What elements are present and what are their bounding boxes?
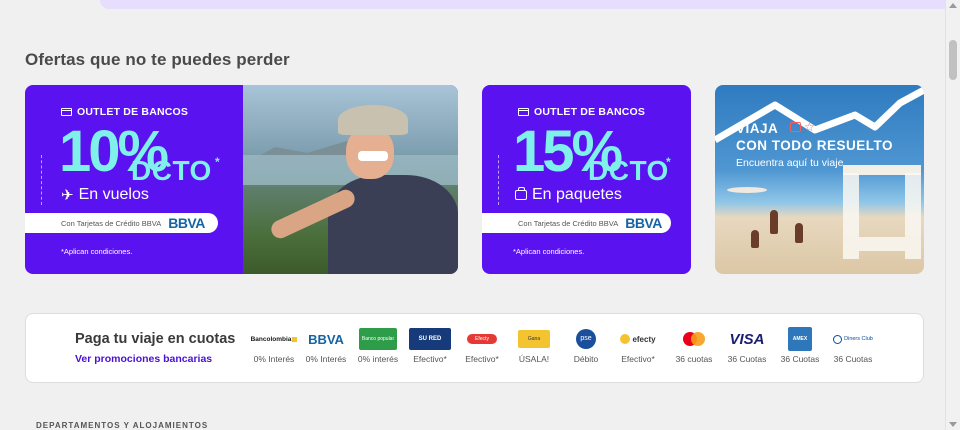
payment-method-visa: VISA 36 Cuotas	[721, 328, 773, 368]
diners-club-logo: Diners Club	[827, 328, 879, 350]
conditions-text: *Aplican condiciones.	[61, 247, 133, 256]
payment-method-su-red: SU RED Efectivo*	[404, 328, 456, 368]
payment-method-diners: Diners Club 36 Cuotas	[827, 328, 879, 368]
vertical-scrollbar[interactable]	[945, 0, 960, 430]
visa-logo: VISA	[729, 330, 765, 348]
discount-dcto: DCTO	[588, 155, 669, 186]
discount-dcto: DCTO	[131, 155, 212, 186]
beach-child	[795, 223, 803, 243]
bank-tag: Con Tarjetas de Crédito BBVA BBVA	[25, 213, 218, 233]
outlet-label: OUTLET DE BANCOS	[61, 106, 188, 118]
bank-tag-text: Con Tarjetas de Crédito BBVA	[61, 218, 162, 228]
credit-card-icon	[61, 108, 72, 116]
outlet-label: OUTLET DE BANCOS	[518, 106, 645, 118]
promo-title-line1: VIAJA	[736, 121, 779, 136]
beach-person	[770, 210, 778, 234]
conditions-text: *Aplican condiciones.	[513, 247, 585, 256]
scrollbar-thumb[interactable]	[949, 40, 957, 80]
banco-popular-logo: Banco popular	[352, 328, 404, 350]
asterisk: *	[215, 155, 220, 169]
payment-method-bancolombia: Bancolombia 0% Interés	[248, 328, 300, 368]
payment-method-bbva: BBVA 0% Interés	[300, 328, 352, 368]
promo-flights-banner[interactable]: OUTLET DE BANCOS 10% DCTO * ✈ En vuelos …	[25, 85, 458, 274]
promo-resort-banner[interactable]: VIAJA ☆ CON TODO RESUELTO Encuentra aquí…	[715, 85, 924, 274]
bank-tag-text: Con Tarjetas de Crédito BBVA	[518, 218, 619, 228]
barcode-decoration	[41, 155, 44, 205]
beach-child	[751, 230, 759, 248]
traveler-photo	[243, 85, 458, 274]
su-red-logo: SU RED	[404, 328, 456, 350]
product-text: En vuelos	[78, 186, 149, 203]
pse-logo: pse	[560, 328, 612, 350]
payment-method-pse: pse Débito	[560, 328, 612, 368]
bank-tag: Con Tarjetas de Crédito BBVA BBVA	[482, 213, 671, 233]
bbva-logo: BBVA	[168, 215, 205, 231]
payment-options-panel: Paga tu viaje en cuotas Ver promociones …	[25, 313, 924, 383]
star-icon: ☆	[804, 120, 815, 134]
payment-method-gana: Gana ÚSALA!	[508, 328, 560, 368]
scroll-down-arrow-icon[interactable]	[949, 422, 957, 427]
outlet-text: OUTLET DE BANCOS	[77, 106, 189, 118]
payment-method-efecty: efecty Efectivo*	[612, 328, 664, 368]
promo-subtitle: Encuentra aquí tu viaje	[736, 157, 844, 169]
scroll-up-arrow-icon[interactable]	[949, 3, 957, 8]
payment-method-mastercard: 36 cuotas	[668, 328, 720, 368]
barcode-decoration	[498, 155, 501, 205]
promo-packages-banner[interactable]: OUTLET DE BANCOS 15% DCTO * En paquetes …	[482, 85, 691, 274]
mastercard-logo	[668, 328, 720, 350]
efecty-yellow-logo: efecty	[612, 328, 664, 350]
plane-icon: ✈	[61, 187, 74, 204]
suitcase-icon	[515, 187, 527, 200]
outlet-text: OUTLET DE BANCOS	[534, 106, 646, 118]
gana-logo: Gana	[508, 328, 560, 350]
bag-icon	[790, 122, 801, 132]
section-label-apartments: DEPARTAMENTOS Y ALOJAMIENTOS	[36, 421, 209, 430]
product-text: En paquetes	[532, 186, 622, 203]
product-line: ✈ En vuelos	[61, 186, 149, 204]
top-banner-edge	[100, 0, 952, 9]
bank-promotions-link[interactable]: Ver promociones bancarias	[75, 353, 212, 365]
promo-mini-icons: ☆	[790, 120, 815, 134]
product-line: En paquetes	[515, 186, 622, 204]
efecty-logo: Efecty	[456, 328, 508, 350]
beach-umbrella	[727, 187, 767, 193]
section-title: Ofertas que no te puedes perder	[25, 50, 290, 69]
asterisk: *	[666, 155, 671, 169]
payment-method-efecty-red: Efecty Efectivo*	[456, 328, 508, 368]
promo-title-line2: CON TODO RESUELTO	[736, 138, 894, 153]
bbva-logo: BBVA	[308, 331, 344, 347]
payment-method-amex: AMEX 36 Cuotas	[774, 327, 826, 368]
payment-title: Paga tu viaje en cuotas	[75, 331, 236, 347]
credit-card-icon	[518, 108, 529, 116]
bancolombia-logo: Bancolombia	[248, 328, 300, 350]
payment-method-banco-popular: Banco popular 0% interés	[352, 328, 404, 368]
amex-logo: AMEX	[774, 327, 826, 351]
beach-cabana	[843, 165, 921, 260]
bbva-logo: BBVA	[625, 215, 662, 231]
